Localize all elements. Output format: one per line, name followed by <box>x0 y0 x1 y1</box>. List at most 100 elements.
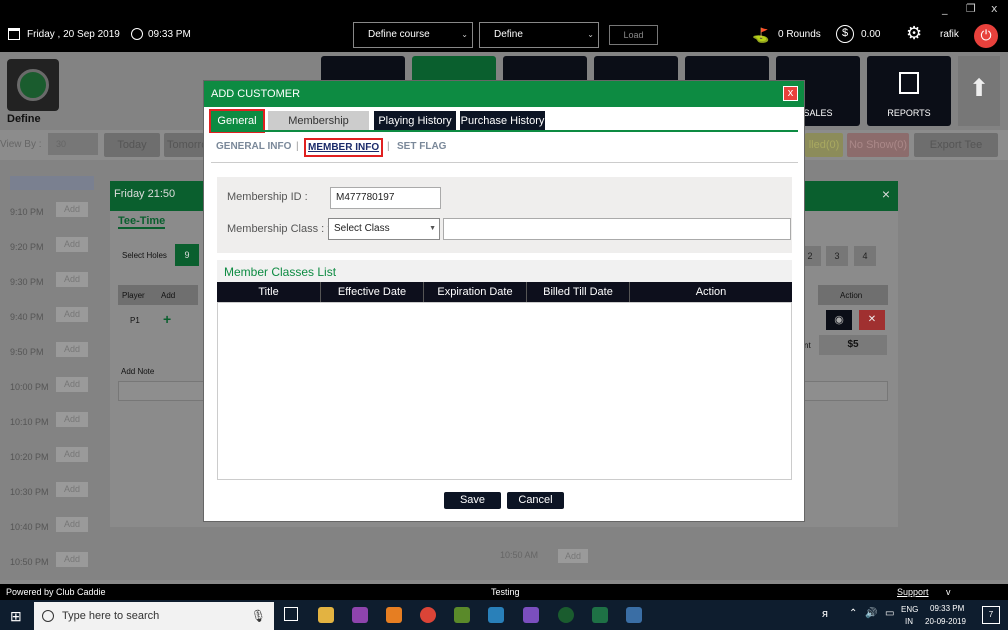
subtab-member-info[interactable]: MEMBER INFO <box>304 138 384 157</box>
paint-icon[interactable] <box>626 607 642 623</box>
subtab-separator: | <box>296 141 299 152</box>
subtab-set-flag[interactable]: SET FLAG <box>397 141 446 152</box>
export-tee-sheet-button[interactable]: Export Tee Sheet <box>914 133 998 175</box>
tab-purchase-history[interactable]: Purchase History <box>460 111 545 131</box>
people-icon[interactable]: ᴙ <box>822 608 828 620</box>
network-icon[interactable]: ▭ <box>885 608 894 619</box>
taskbar-search-box[interactable]: Type here to search 🎙 <box>34 602 274 630</box>
environment-label: Testing <box>491 587 520 597</box>
time-slot-add-button[interactable]: Add <box>56 412 88 427</box>
microphone-icon[interactable]: 🎙 <box>251 602 266 630</box>
dollar-icon: $ <box>836 25 854 43</box>
view-icon[interactable]: ◉ <box>826 310 852 330</box>
save-button[interactable]: Save <box>444 492 501 509</box>
volume-icon[interactable]: 🔊 <box>865 608 877 619</box>
select-class-value: Select Class <box>334 223 390 234</box>
cancel-button[interactable]: Cancel <box>507 492 564 509</box>
time-slot-add-button[interactable]: Add <box>56 517 88 532</box>
tomorrow-button[interactable]: Tomorro <box>164 133 204 157</box>
time-slot-add-button[interactable]: Add <box>56 482 88 497</box>
note-input[interactable] <box>118 381 204 401</box>
membership-class-label: Membership Class : ? <box>227 223 334 235</box>
time-slot-add-button[interactable]: Add <box>56 447 88 462</box>
tee-time-modal-title: Friday 21:50 <box>114 188 176 200</box>
course-select-value: Define course <box>368 29 430 40</box>
dialog-close-button[interactable]: x <box>783 86 798 101</box>
today-button[interactable]: Today <box>104 133 160 157</box>
chevron-down-icon: ⌄ <box>587 30 594 39</box>
sublime-icon[interactable] <box>386 607 402 623</box>
window-close-button[interactable]: x <box>991 2 998 15</box>
club-caddie-icon[interactable] <box>558 607 574 623</box>
scroll-up-button[interactable]: ⬆ <box>958 56 1000 126</box>
amount-label: nt <box>804 341 811 350</box>
time-slot-add-button[interactable]: Add <box>56 202 88 217</box>
subtab-separator: | <box>387 141 390 152</box>
language-region[interactable]: IN <box>905 617 913 626</box>
app-header: Friday , 20 Sep 2019 09:33 PM Define cou… <box>0 18 1008 52</box>
define-select-value: Define <box>494 29 523 40</box>
holes-9-button[interactable]: 9 <box>175 244 199 266</box>
tee-time-tab[interactable]: Tee-Time <box>118 215 166 229</box>
windows-start-icon[interactable]: ⊞ <box>10 608 22 625</box>
time-slot-add-button[interactable]: Add <box>56 307 88 322</box>
dialog-header: ADD CUSTOMER <box>204 81 804 107</box>
tab-general[interactable]: General <box>209 109 265 133</box>
dialog-title: ADD CUSTOMER <box>211 88 301 100</box>
minimize-button[interactable]: _ <box>942 2 948 15</box>
list-title: Member Classes List <box>224 265 337 279</box>
time-slot-add-button[interactable]: Add <box>56 552 88 567</box>
slack-icon[interactable] <box>352 607 368 623</box>
language-code[interactable]: ENG <box>901 605 918 614</box>
note-input-right[interactable] <box>804 381 888 401</box>
select-holes-label: Select Holes <box>122 251 167 260</box>
power-icon[interactable]: ⏻ <box>974 24 998 48</box>
define-select[interactable]: Define ⌄ <box>479 22 599 48</box>
add-player-icon[interactable]: + <box>163 311 171 327</box>
course-select[interactable]: Define course ⌄ <box>353 22 473 48</box>
time-slot-label: 10:10 PM <box>10 417 49 427</box>
delete-icon[interactable]: ✕ <box>859 310 885 330</box>
player-p1: P1 <box>130 316 140 325</box>
chrome-icon[interactable] <box>420 607 436 623</box>
view-by-input[interactable]: 30 <box>48 133 98 155</box>
app-icon[interactable] <box>454 607 470 623</box>
time-slot-add-button[interactable]: Add <box>56 342 88 357</box>
file-explorer-icon[interactable] <box>318 607 334 623</box>
clock-date[interactable]: 20-09-2019 <box>925 617 966 626</box>
visual-studio-icon[interactable] <box>523 607 539 623</box>
time-slot-add-button[interactable]: Add <box>56 272 88 287</box>
time-slot-label: 9:20 PM <box>10 242 44 252</box>
support-link[interactable]: Support <box>897 584 929 600</box>
window-titlebar: _ ❐ x <box>0 0 1008 18</box>
close-icon[interactable]: × <box>882 181 890 207</box>
membership-form: Membership ID : M477780197 Membership Cl… <box>217 177 792 253</box>
tab-playing-history[interactable]: Playing History <box>374 111 456 131</box>
sourcetree-icon[interactable] <box>488 607 504 623</box>
gear-icon[interactable]: ⚙ <box>906 23 922 44</box>
time-slot-add-button[interactable]: Add <box>56 237 88 252</box>
no-show-button[interactable]: No Show(0) <box>847 133 909 157</box>
notification-icon[interactable]: 7 <box>982 606 1000 624</box>
restore-button[interactable]: ❐ <box>966 2 976 15</box>
task-view-icon[interactable] <box>284 607 298 621</box>
membership-id-field[interactable]: M477780197 <box>330 187 441 209</box>
cancelled-button[interactable]: lled(0) <box>805 133 843 157</box>
time-slot-label: 9:40 PM <box>10 312 44 322</box>
membership-id-label: Membership ID : <box>227 191 308 203</box>
tab-membership[interactable]: Membership <box>268 111 369 131</box>
load-button[interactable]: Load <box>609 25 658 45</box>
subtab-general-info[interactable]: GENERAL INFO <box>216 141 291 152</box>
time-slot-add-button[interactable]: Add <box>56 377 88 392</box>
mid-slot-add[interactable]: Add <box>558 549 588 563</box>
chevron-up-icon[interactable]: ⌃ <box>849 608 857 619</box>
holes-button-3[interactable]: 3 <box>826 246 848 266</box>
toolbar-button-reports[interactable]: REPORTS <box>867 56 951 126</box>
excel-icon[interactable] <box>592 607 608 623</box>
add-header: Add <box>161 291 176 300</box>
holes-button-4[interactable]: 4 <box>854 246 876 266</box>
mid-slot-time: 10:50 AM <box>500 550 539 560</box>
select-class-dropdown[interactable]: Select Class ▼ <box>328 218 440 240</box>
membership-class-field[interactable] <box>443 218 791 240</box>
clock-time[interactable]: 09:33 PM <box>930 604 964 613</box>
